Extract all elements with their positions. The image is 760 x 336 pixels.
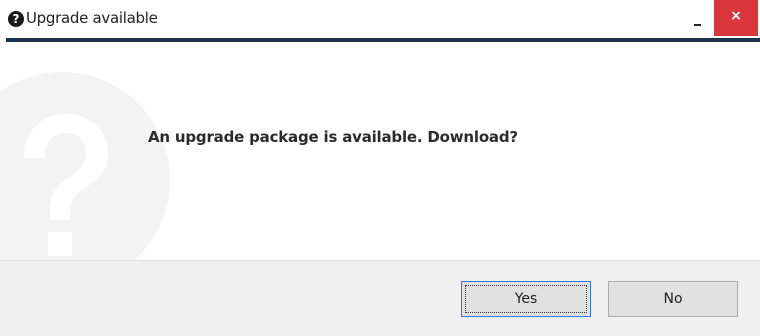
upgrade-dialog-window: ? Upgrade available × An upgrade package… [0,0,760,336]
close-icon: × [730,8,742,24]
close-button[interactable]: × [714,0,758,36]
yes-button[interactable]: Yes [461,281,591,317]
question-mark-icon [0,72,170,260]
dialog-content: An upgrade package is available. Downloa… [0,42,760,260]
minimize-button[interactable] [678,6,712,34]
focus-ring [465,285,587,313]
button-bar: Yes No [0,260,760,336]
question-circle-icon: ? [8,11,24,27]
dialog-message: An upgrade package is available. Downloa… [148,128,518,146]
no-button-label: No [663,291,683,307]
title-bar[interactable]: ? Upgrade available × [0,0,760,38]
no-button[interactable]: No [608,281,738,317]
window-title: Upgrade available [26,9,158,27]
